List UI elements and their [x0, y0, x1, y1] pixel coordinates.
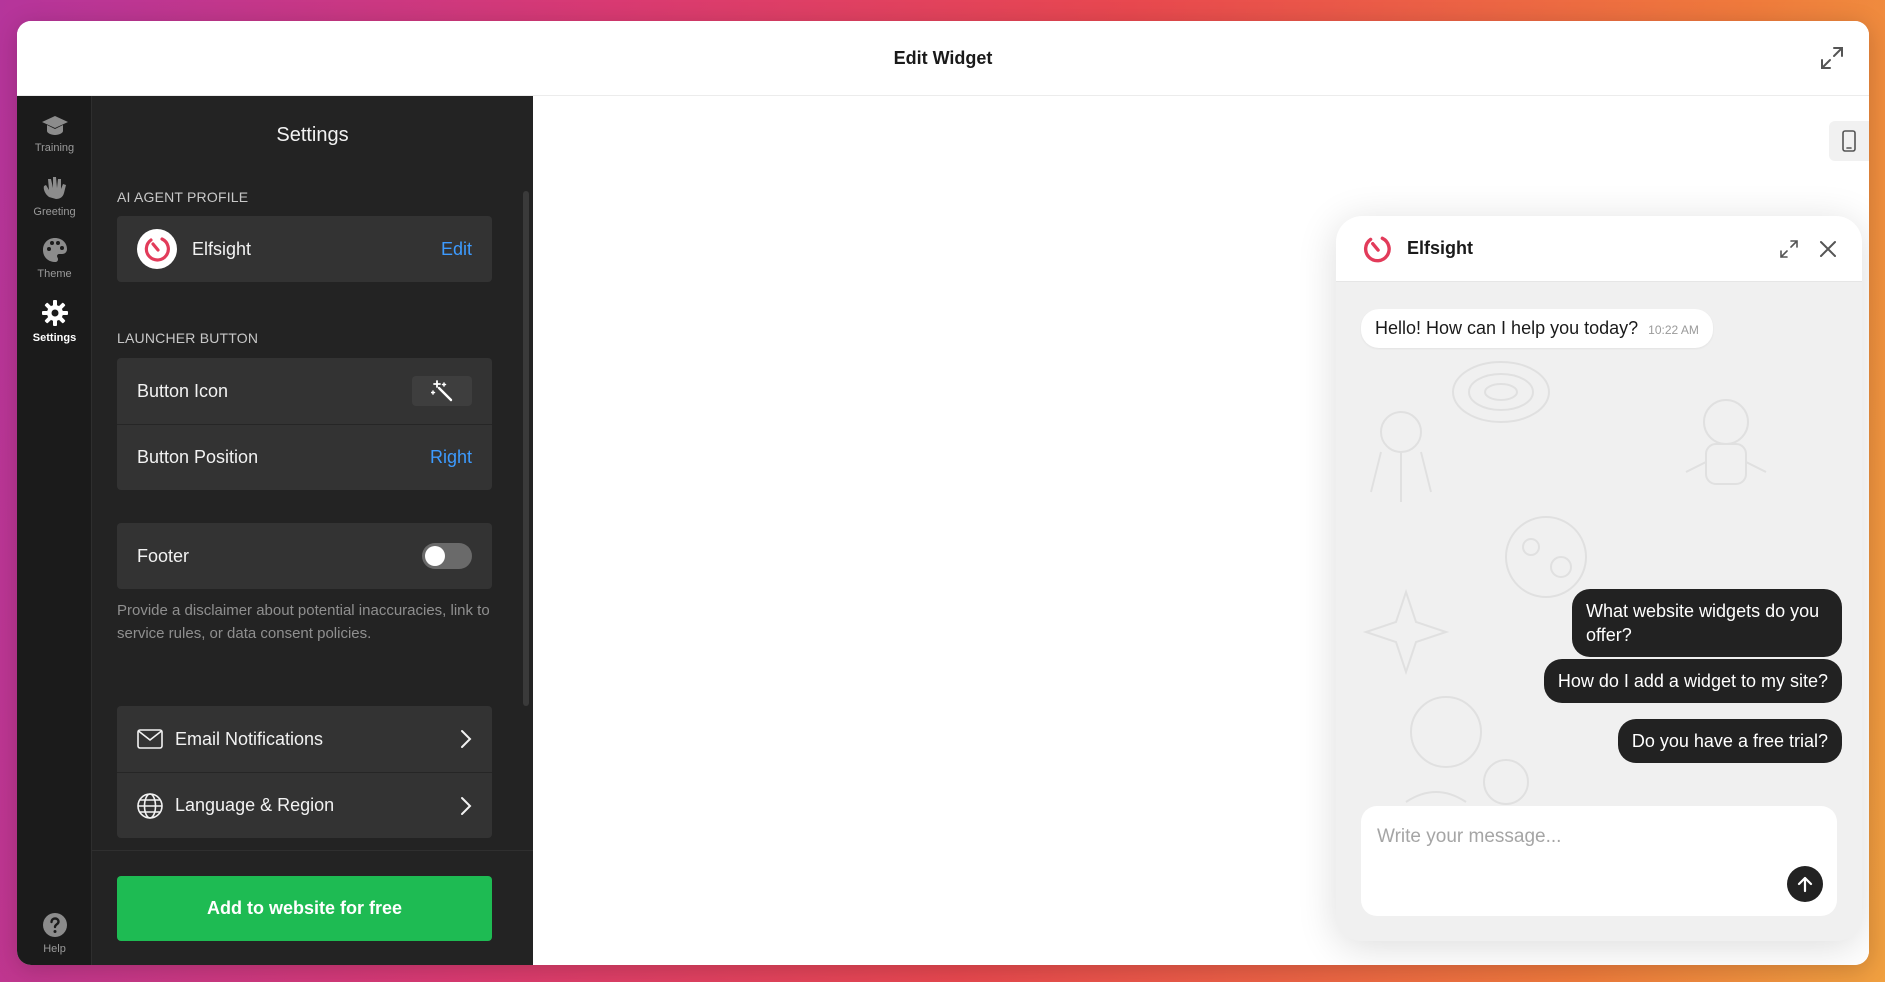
send-button[interactable]	[1787, 866, 1823, 902]
button-position-row[interactable]: Button Position Right	[117, 424, 492, 490]
email-notifications-row[interactable]: Email Notifications	[117, 706, 492, 772]
background-doodle	[1362, 588, 1450, 676]
background-doodle	[1370, 411, 1432, 502]
edit-profile-link[interactable]: Edit	[441, 239, 472, 260]
rail-item-training[interactable]: Training	[17, 101, 92, 165]
expand-window-button[interactable]	[1817, 43, 1847, 73]
rail-label: Greeting	[33, 205, 76, 218]
rail-label: Help	[43, 942, 66, 955]
close-icon[interactable]	[1819, 240, 1837, 258]
chevron-right-icon	[460, 729, 472, 749]
suggestion-chip[interactable]: Do you have a free trial?	[1617, 719, 1842, 763]
gear-icon	[41, 299, 68, 326]
button-icon-picker[interactable]	[412, 376, 472, 406]
greeting-text: Hello! How can I help you today?	[1375, 318, 1639, 338]
links-card: Email Notifications Language & Region	[117, 706, 492, 838]
panel-footer: Add to website for free	[92, 850, 533, 965]
footer-hint: Provide a disclaimer about potential ina…	[117, 602, 490, 642]
background-doodle	[1452, 361, 1550, 423]
suggestion-chip[interactable]: How do I add a widget to my site?	[1543, 659, 1842, 703]
chat-header: Elfsight	[1336, 216, 1862, 282]
mobile-phone-icon	[1842, 130, 1856, 152]
chat-body: Hello! How can I help you today? 10:22 A…	[1336, 282, 1862, 941]
section-heading-ai-profile: AI AGENT PROFILE	[117, 189, 249, 205]
footer-row: Footer	[117, 523, 492, 589]
button-position-label: Button Position	[137, 447, 259, 467]
rail-label: Training	[34, 141, 75, 154]
footer-label: Footer	[137, 545, 190, 566]
language-region-row[interactable]: Language & Region	[117, 772, 492, 838]
background-doodle	[1685, 399, 1767, 485]
chat-window: Elfsight Hello! How can I help you today…	[1336, 216, 1862, 941]
rail-label: Theme	[37, 267, 72, 280]
panel-title: Settings	[276, 124, 349, 146]
rail-item-settings[interactable]: Settings	[17, 289, 92, 353]
button-icon-row[interactable]: Button Icon	[117, 358, 492, 424]
mobile-preview-button[interactable]	[1829, 121, 1869, 161]
graduation-cap-icon	[41, 115, 68, 135]
chat-header-actions	[1779, 239, 1837, 259]
expand-icon	[1821, 47, 1843, 69]
elfsight-logo-icon	[144, 237, 170, 262]
launcher-card: Button Icon Button Position Right	[117, 358, 492, 490]
message-timestamp: 10:22 AM	[1648, 323, 1699, 337]
ai-profile-card: Elfsight Edit	[117, 216, 492, 282]
arrow-up-icon	[1797, 876, 1813, 893]
rail-item-help[interactable]: Help	[17, 901, 92, 965]
rail-label: Settings	[32, 331, 77, 344]
section-heading-launcher: LAUNCHER BUTTON	[117, 330, 259, 346]
envelope-icon	[137, 729, 163, 749]
ai-profile-row[interactable]: Elfsight Edit	[117, 216, 492, 282]
ai-profile-name: Elfsight	[192, 238, 252, 259]
greeting-message: Hello! How can I help you today? 10:22 A…	[1361, 309, 1713, 348]
magic-wand-icon	[431, 380, 453, 402]
footer-toggle[interactable]	[422, 543, 472, 569]
button-icon-label: Button Icon	[137, 380, 229, 401]
page-title: Edit Widget	[893, 47, 993, 68]
avatar	[137, 229, 177, 269]
background-doodle	[1405, 696, 1529, 805]
widget-preview: Elfsight Hello! How can I help you today…	[533, 96, 1869, 965]
elfsight-logo-icon	[1363, 236, 1391, 262]
email-notifications-label: Email Notifications	[175, 728, 324, 749]
rail-item-theme[interactable]: Theme	[17, 226, 92, 290]
icon-rail: Training Greeting Theme Settings Help	[17, 96, 92, 965]
rail-item-greeting[interactable]: Greeting	[17, 164, 92, 228]
chevron-right-icon	[460, 796, 472, 816]
chat-agent-name: Elfsight	[1407, 238, 1473, 258]
language-region-label: Language & Region	[175, 795, 335, 815]
question-icon	[42, 912, 67, 937]
message-composer[interactable]: Write your message...	[1361, 806, 1837, 916]
top-bar: Edit Widget	[17, 21, 1869, 96]
palette-icon	[42, 237, 67, 262]
button-position-value[interactable]: Right	[430, 447, 472, 468]
panel-scrollbar[interactable]	[523, 191, 529, 706]
globe-icon	[137, 792, 163, 819]
toggle-knob	[425, 546, 445, 566]
wave-hand-icon	[43, 176, 66, 199]
add-to-website-button[interactable]: Add to website for free	[117, 876, 492, 941]
footer-card: Footer	[117, 523, 492, 589]
message-input[interactable]: Write your message...	[1377, 826, 1561, 848]
edit-widget-window: Edit Widget Training Greeting Theme Sett…	[17, 21, 1869, 965]
settings-panel: Settings AI AGENT PROFILE Elfsight Edit …	[92, 96, 533, 965]
suggestion-chip[interactable]: What website widgets do you offer?	[1572, 589, 1842, 657]
expand-chat-icon[interactable]	[1779, 239, 1799, 259]
